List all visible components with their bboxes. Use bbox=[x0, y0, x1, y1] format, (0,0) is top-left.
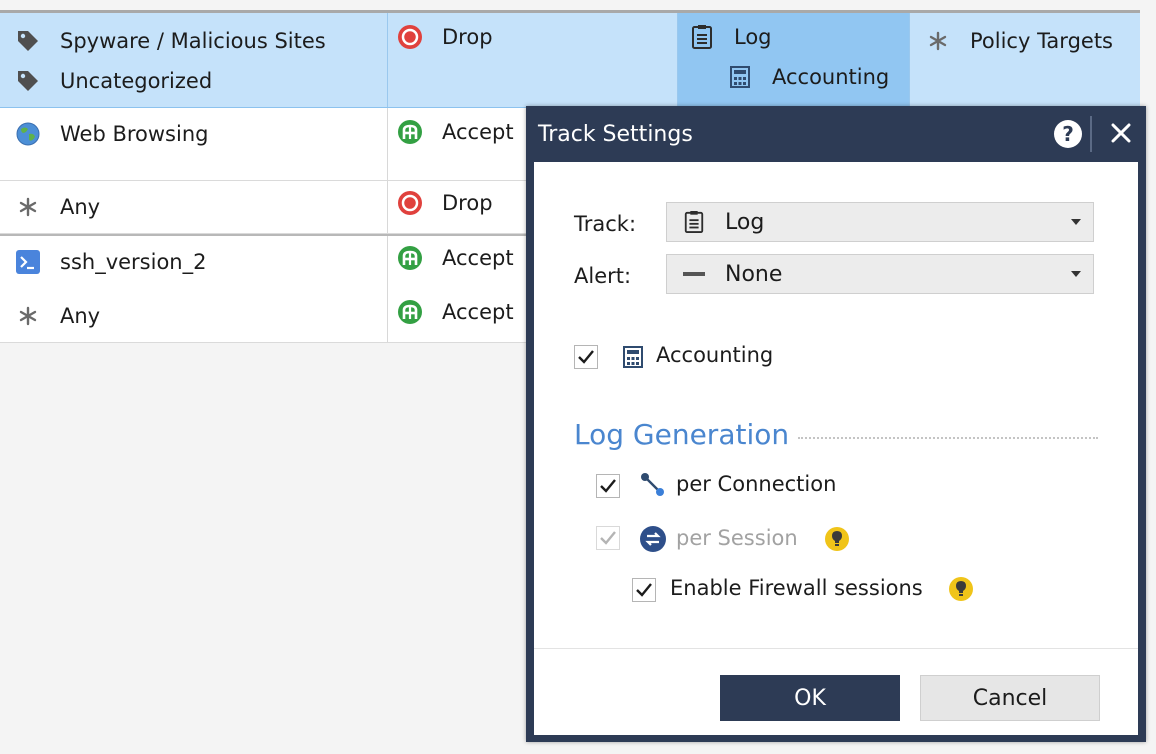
service-label: Spyware / Malicious Sites bbox=[60, 29, 326, 53]
install-on-label: Policy Targets bbox=[970, 29, 1113, 53]
chevron-down-icon bbox=[1071, 271, 1081, 277]
connection-icon bbox=[638, 470, 668, 500]
service-label: Web Browsing bbox=[60, 122, 209, 146]
asterisk-icon bbox=[924, 27, 952, 55]
dialog-title: Track Settings bbox=[538, 122, 693, 147]
service-label: ssh_version_2 bbox=[60, 250, 207, 274]
track-cell[interactable]: Log Accounting bbox=[678, 13, 910, 107]
asterisk-icon bbox=[14, 193, 42, 221]
accept-icon bbox=[396, 298, 424, 326]
action-label: Accept bbox=[442, 120, 514, 144]
track-field-label: Track: bbox=[574, 212, 637, 236]
accounting-label: Accounting bbox=[656, 343, 774, 367]
accept-icon bbox=[396, 118, 424, 146]
accounting-icon bbox=[618, 342, 648, 372]
ok-button[interactable]: OK bbox=[720, 675, 900, 721]
accounting-icon bbox=[726, 63, 754, 91]
lightbulb-icon[interactable] bbox=[948, 576, 974, 602]
tag-icon bbox=[14, 67, 42, 95]
services-cell[interactable]: ssh_version_2 bbox=[0, 236, 388, 290]
dialog-body: Track: Log Alert: None Accounting Log Ge… bbox=[534, 162, 1138, 648]
track-select-value: Log bbox=[725, 209, 765, 235]
action-label: Accept bbox=[442, 300, 514, 324]
lightbulb-icon[interactable] bbox=[824, 526, 850, 552]
help-icon[interactable]: ? bbox=[1054, 120, 1082, 148]
track-select[interactable]: Log bbox=[666, 202, 1094, 242]
action-label: Drop bbox=[442, 25, 493, 49]
dialog-title-bar[interactable]: Track Settings ? bbox=[534, 106, 1138, 162]
cancel-button[interactable]: Cancel bbox=[920, 675, 1100, 721]
service-label: Any bbox=[60, 304, 101, 328]
log-generation-heading: Log Generation bbox=[574, 418, 790, 451]
enable-firewall-sessions-label: Enable Firewall sessions bbox=[670, 576, 923, 600]
track-label: Accounting bbox=[772, 65, 890, 89]
section-divider bbox=[798, 437, 1098, 439]
asterisk-icon bbox=[14, 302, 42, 330]
track-label: Log bbox=[734, 25, 772, 49]
services-cell[interactable]: Any bbox=[0, 181, 388, 233]
title-bar-divider bbox=[1090, 116, 1092, 152]
accept-icon bbox=[396, 244, 424, 272]
drop-icon bbox=[396, 23, 424, 51]
action-label: Accept bbox=[442, 246, 514, 270]
track-settings-dialog: Track Settings ? Track: Log Alert: None … bbox=[526, 106, 1146, 742]
chevron-down-icon bbox=[1071, 219, 1081, 225]
session-icon bbox=[638, 524, 668, 554]
security-policy-view: Spyware / Malicious Sites Uncategorized … bbox=[0, 0, 1156, 754]
service-label: Uncategorized bbox=[60, 69, 213, 93]
terminal-icon bbox=[14, 248, 42, 276]
alert-field-label: Alert: bbox=[574, 264, 632, 288]
accounting-checkbox[interactable] bbox=[574, 345, 598, 369]
services-cell[interactable]: Web Browsing bbox=[0, 108, 388, 180]
install-on-cell[interactable]: Policy Targets bbox=[910, 13, 1140, 107]
drop-icon bbox=[396, 189, 424, 217]
dash-icon bbox=[681, 261, 707, 287]
services-cell[interactable]: Spyware / Malicious Sites Uncategorized bbox=[0, 13, 388, 107]
enable-firewall-sessions-checkbox[interactable] bbox=[632, 578, 656, 602]
table-row[interactable]: Spyware / Malicious Sites Uncategorized … bbox=[0, 13, 1140, 108]
services-cell[interactable]: Any bbox=[0, 290, 388, 342]
per-session-checkbox[interactable] bbox=[596, 526, 620, 550]
close-icon[interactable] bbox=[1106, 118, 1136, 148]
tag-icon bbox=[14, 27, 42, 55]
action-label: Drop bbox=[442, 191, 493, 215]
per-connection-label: per Connection bbox=[676, 472, 837, 496]
dialog-footer: OK Cancel bbox=[534, 648, 1138, 735]
alert-select-value: None bbox=[725, 261, 783, 287]
alert-select[interactable]: None bbox=[666, 254, 1094, 294]
globe-icon bbox=[14, 120, 42, 148]
action-cell[interactable]: Drop bbox=[388, 13, 678, 107]
per-session-label: per Session bbox=[676, 526, 798, 550]
per-connection-checkbox[interactable] bbox=[596, 474, 620, 498]
service-label: Any bbox=[60, 195, 101, 219]
log-icon bbox=[681, 209, 707, 235]
log-icon bbox=[688, 23, 716, 51]
